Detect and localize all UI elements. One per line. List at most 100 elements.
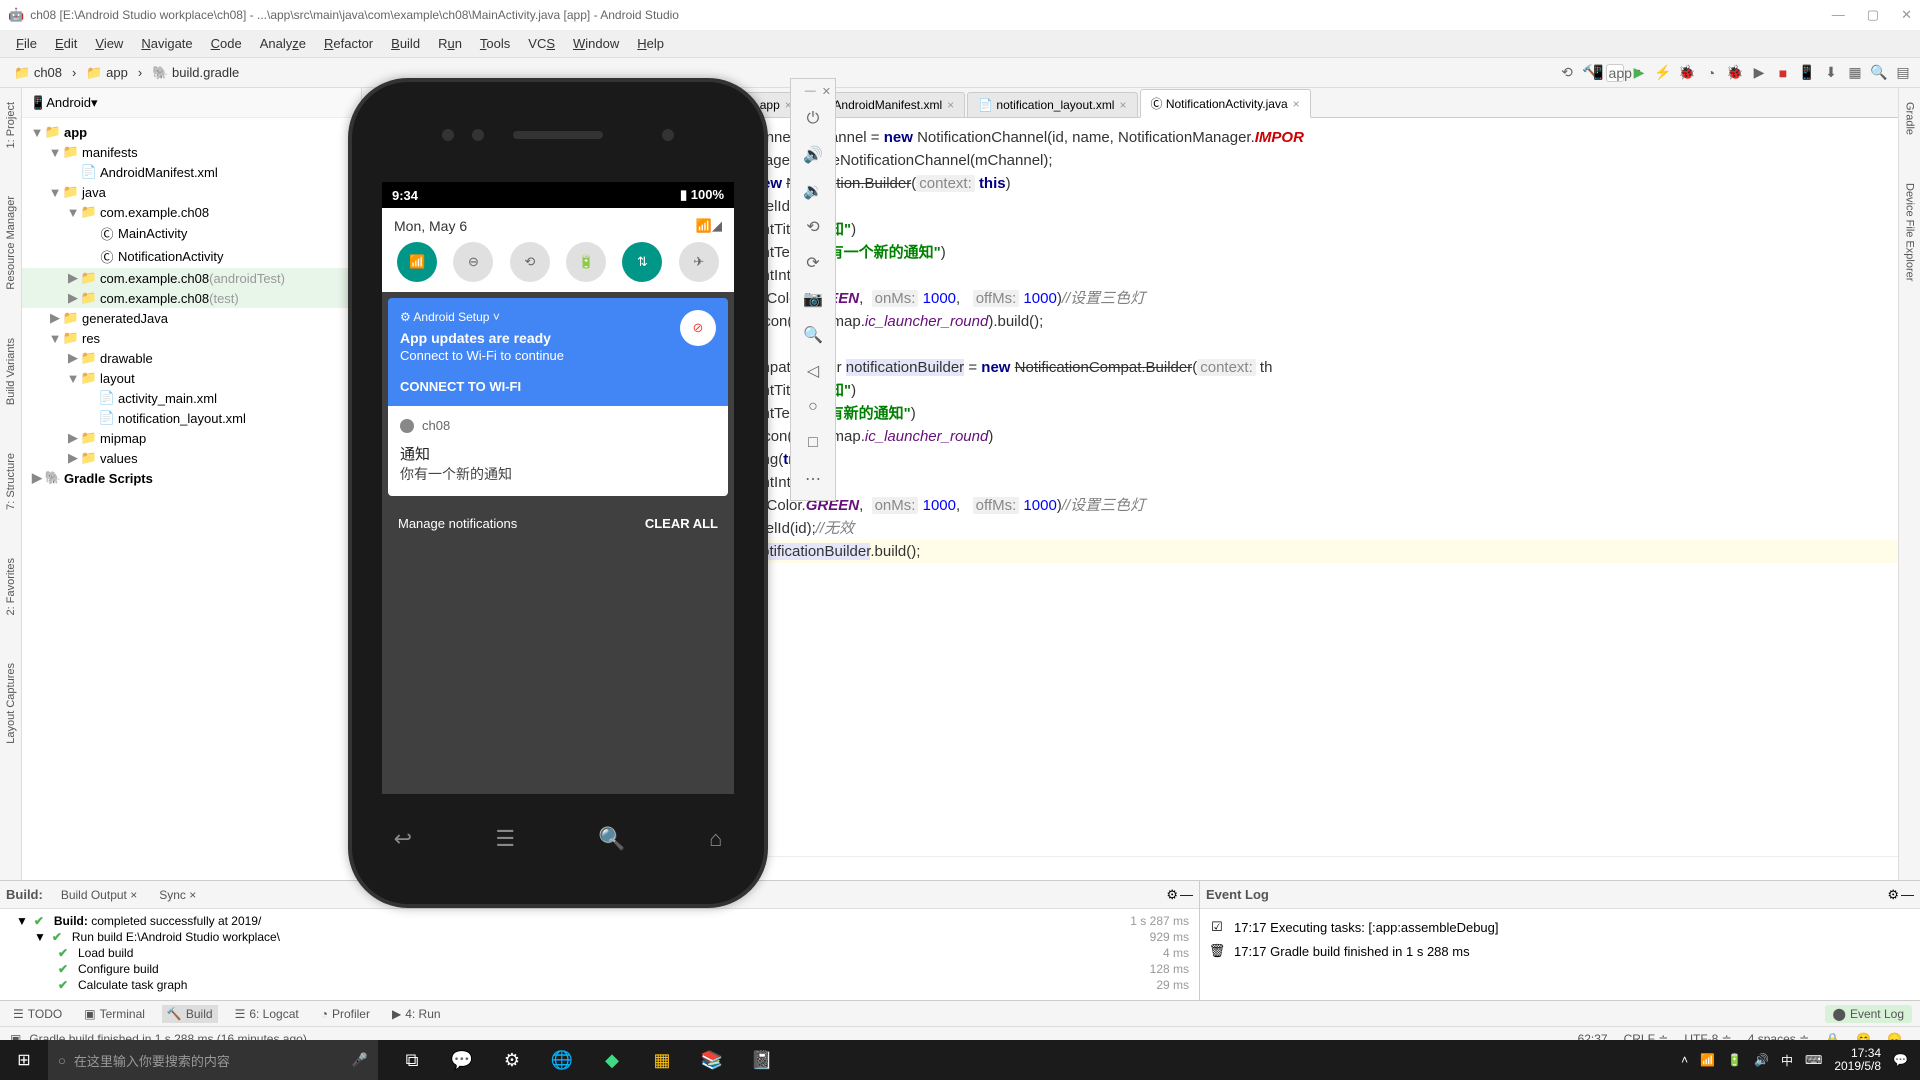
tray-ime-icon[interactable]: 中: [1781, 1052, 1793, 1069]
emu-volume-down-icon[interactable]: 🔉: [798, 176, 828, 206]
build-row[interactable]: ▼✔Run build E:\Android Studio workplace\…: [8, 929, 1191, 945]
menu-run[interactable]: Run: [430, 33, 470, 54]
gear-icon[interactable]: ⚙: [1166, 887, 1178, 903]
wifi-toggle[interactable]: 📶: [397, 242, 437, 282]
data-toggle[interactable]: ⇅: [622, 242, 662, 282]
emu-power-icon[interactable]: ⏻: [798, 104, 828, 134]
minimize-button[interactable]: —: [1832, 7, 1845, 23]
menu-window[interactable]: Window: [565, 33, 627, 54]
notification-android-setup[interactable]: ⚙ Android Setup ˅ App updates are ready …: [388, 298, 728, 406]
tray-battery-icon[interactable]: 🔋: [1727, 1053, 1742, 1067]
manage-notifications[interactable]: Manage notifications: [398, 516, 517, 531]
tool-resource-manager[interactable]: Resource Manager: [5, 192, 17, 294]
phone-home-button[interactable]: ⌂: [709, 826, 722, 852]
close-button[interactable]: ✕: [1901, 7, 1912, 23]
tree-item[interactable]: ▶📁generatedJava: [22, 308, 361, 328]
layout-inspector-icon[interactable]: ▦: [1846, 64, 1864, 82]
emu-camera-icon[interactable]: 📷: [798, 284, 828, 314]
start-button[interactable]: ⊞: [0, 1040, 48, 1080]
menu-view[interactable]: View: [87, 33, 131, 54]
search-icon[interactable]: 🔍: [1870, 64, 1888, 82]
phone-menu-button[interactable]: ☰: [495, 826, 515, 852]
tool-favorites[interactable]: 2: Favorites: [5, 554, 17, 619]
tray-up-icon[interactable]: ˄: [1681, 1053, 1688, 1067]
tool-profiler[interactable]: ◔ Profiler: [316, 1005, 375, 1023]
coverage-icon[interactable]: ▶: [1750, 64, 1768, 82]
emulator-window[interactable]: 9:34 ▮ 100% Mon, May 6 📶◢ 📶 ⊖ ⟲ 🔋 ⇅ ✈: [348, 78, 768, 908]
breadcrumb-project[interactable]: 📁 ch08: [8, 63, 68, 83]
tool-build-variants[interactable]: Build Variants: [5, 334, 17, 409]
run-config-selector[interactable]: 📱 app ▾: [1606, 64, 1624, 82]
sdk-icon[interactable]: ⬇: [1822, 64, 1840, 82]
tree-item[interactable]: 📄AndroidManifest.xml: [22, 162, 361, 182]
emu-back-icon[interactable]: ◁: [798, 356, 828, 386]
minimize-panel-icon[interactable]: —: [1901, 887, 1914, 902]
battery-toggle[interactable]: 🔋: [566, 242, 606, 282]
emu-volume-up-icon[interactable]: 🔊: [798, 140, 828, 170]
tool-todo[interactable]: ☰ TODO: [8, 1005, 67, 1023]
build-row[interactable]: ✔Configure build128 ms: [8, 961, 1191, 977]
project-tree[interactable]: ▼📁app▼📁manifests📄AndroidManifest.xml▼📁ja…: [22, 118, 361, 880]
avd-icon[interactable]: 📱: [1798, 64, 1816, 82]
tree-item[interactable]: 📄activity_main.xml: [22, 388, 361, 408]
tab-build-output[interactable]: Build Output ×: [51, 884, 147, 906]
tree-item[interactable]: ⒸMainActivity: [22, 222, 361, 245]
menu-refactor[interactable]: Refactor: [316, 33, 381, 54]
build-row[interactable]: ✔Calculate task graph29 ms: [8, 977, 1191, 993]
tree-item[interactable]: 📄notification_layout.xml: [22, 408, 361, 428]
emu-home-icon[interactable]: ○: [798, 392, 828, 422]
notification-ch08[interactable]: ch08 通知 你有一个新的通知: [388, 406, 728, 496]
tool-structure[interactable]: 7: Structure: [5, 449, 17, 514]
tree-item[interactable]: ▶📁values: [22, 448, 361, 468]
connect-wifi-button[interactable]: CONNECT TO WI-FI: [400, 379, 716, 394]
sync-icon[interactable]: ⟲: [1558, 64, 1576, 82]
apply-changes-icon[interactable]: ⚡: [1654, 64, 1672, 82]
tool-event-log[interactable]: ⬤ Event Log: [1825, 1005, 1912, 1023]
tool-terminal[interactable]: ▣ Terminal: [79, 1005, 150, 1023]
task-view-icon[interactable]: ⧉: [388, 1040, 436, 1080]
emu-rotate-right-icon[interactable]: ⟳: [798, 248, 828, 278]
structure-icon[interactable]: ▤: [1894, 64, 1912, 82]
menu-vcs[interactable]: VCS: [520, 33, 563, 54]
editor-tab[interactable]: 📄 notification_layout.xml ×: [967, 92, 1137, 117]
app-android-studio-icon[interactable]: ◆: [588, 1040, 636, 1080]
tool-logcat[interactable]: ☰ 6: Logcat: [230, 1005, 304, 1023]
app-chrome-icon[interactable]: 🌐: [538, 1040, 586, 1080]
menu-build[interactable]: Build: [383, 33, 428, 54]
tray-keyboard-icon[interactable]: ⌨: [1805, 1053, 1822, 1067]
clear-all-button[interactable]: CLEAR ALL: [645, 516, 718, 531]
profile-icon[interactable]: ◔: [1702, 64, 1720, 82]
airplane-toggle[interactable]: ✈: [679, 242, 719, 282]
tree-item[interactable]: ▼📁app: [22, 122, 361, 142]
tree-item[interactable]: ▶🐘Gradle Scripts: [22, 468, 361, 488]
menu-analyze[interactable]: Analyze: [252, 33, 314, 54]
app-settings-icon[interactable]: ⚙: [488, 1040, 536, 1080]
breadcrumb-file[interactable]: 🐘 build.gradle: [146, 63, 245, 83]
app-explorer-icon[interactable]: ▦: [638, 1040, 686, 1080]
breadcrumb-module[interactable]: 📁 app: [80, 63, 134, 83]
tray-notifications-icon[interactable]: 💬: [1893, 1053, 1908, 1067]
editor-tab[interactable]: Ⓒ NotificationActivity.java ×: [1140, 89, 1311, 118]
project-view-selector[interactable]: 📱 Android ▾: [22, 88, 361, 118]
phone-back-button[interactable]: ↩: [394, 826, 412, 852]
emu-more-icon[interactable]: ⋯: [798, 464, 828, 494]
emu-minimize-icon[interactable]: —: [805, 85, 816, 98]
menu-edit[interactable]: Edit: [47, 33, 85, 54]
tray-clock[interactable]: 17:34 2019/5/8: [1834, 1047, 1881, 1073]
tree-item[interactable]: ▼📁manifests: [22, 142, 361, 162]
tree-item[interactable]: ▶📁com.example.ch08 (androidTest): [22, 268, 361, 288]
menu-navigate[interactable]: Navigate: [133, 33, 200, 54]
tree-item[interactable]: ▼📁res: [22, 328, 361, 348]
tool-gradle[interactable]: Gradle: [1904, 98, 1916, 139]
tree-item[interactable]: ▼📁java: [22, 182, 361, 202]
maximize-button[interactable]: ▢: [1867, 7, 1879, 23]
tray-volume-icon[interactable]: 🔊: [1754, 1053, 1769, 1067]
mic-icon[interactable]: 🎤: [352, 1052, 368, 1068]
tree-item[interactable]: ▼📁layout: [22, 368, 361, 388]
tree-item[interactable]: ▶📁com.example.ch08 (test): [22, 288, 361, 308]
tree-item[interactable]: ▼📁com.example.ch08: [22, 202, 361, 222]
run-icon[interactable]: ▶: [1630, 64, 1648, 82]
menu-help[interactable]: Help: [629, 33, 672, 54]
tree-item[interactable]: ▶📁mipmap: [22, 428, 361, 448]
build-row[interactable]: ✔Load build4 ms: [8, 945, 1191, 961]
